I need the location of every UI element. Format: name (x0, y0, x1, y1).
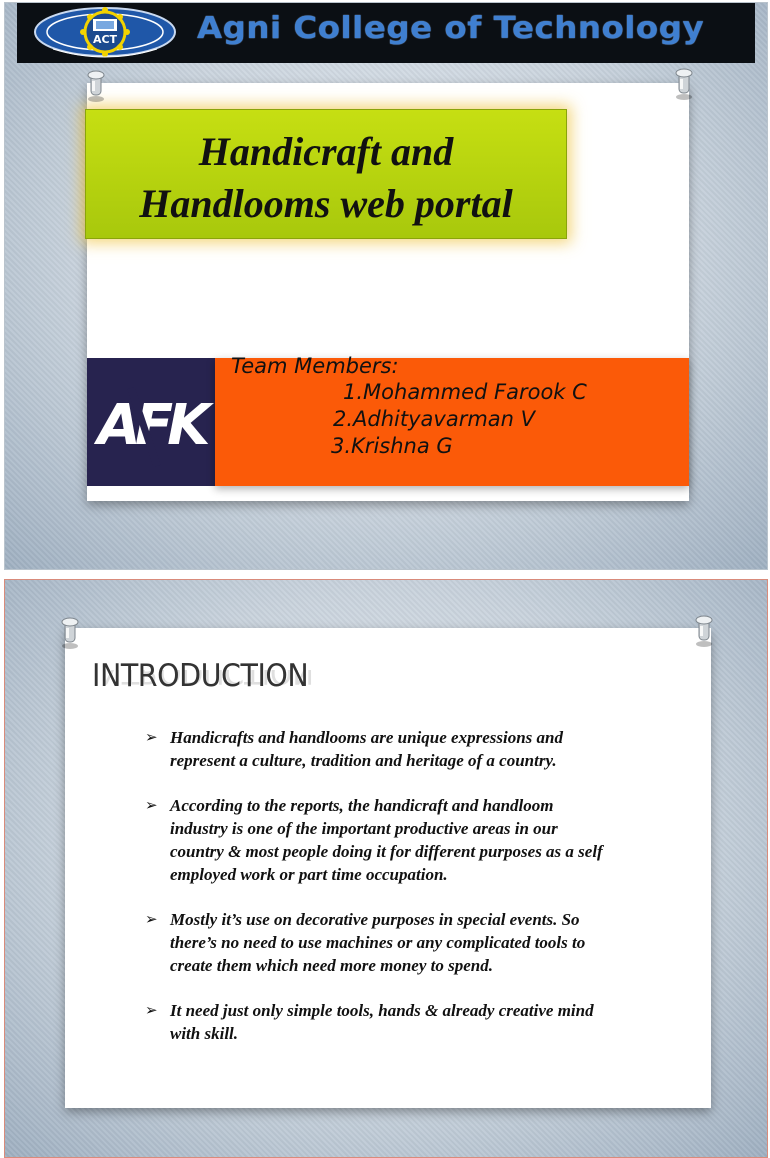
team-member-3: 3.Krishna G (331, 434, 453, 458)
title-line-1: Handicraft and (198, 129, 454, 174)
team-member-2: 2.Adhityavarman V (333, 407, 536, 431)
pushpin-icon (87, 70, 105, 102)
pushpin-icon (675, 68, 693, 100)
arrow-bullet-icon: ➢ (145, 728, 158, 746)
bullet-line: Mostly it’s use on decorative purposes i… (170, 910, 580, 929)
college-logo: ACT (34, 7, 176, 58)
bullet-line: with skill. (170, 1024, 239, 1043)
arrow-bullet-icon: ➢ (145, 796, 158, 814)
title-line-2: Handlooms web portal (139, 181, 513, 226)
bullet-line: According to the reports, the handicraft… (170, 796, 554, 815)
pushpin-icon (695, 615, 713, 647)
arrow-bullet-icon: ➢ (145, 910, 158, 928)
bullet-item: ➢ Mostly it’s use on decorative purposes … (145, 908, 685, 977)
bullet-line: represent a culture, tradition and herit… (170, 751, 557, 770)
arrow-bullet-icon: ➢ (145, 1001, 158, 1019)
college-header: ACT Agni College of Technology (17, 3, 755, 63)
college-name: Agni College of Technology (197, 11, 705, 46)
afk-logo: AFK (87, 358, 220, 486)
team-member-1: 1.Mohammed Farook C (343, 380, 587, 404)
bullet-item: ➢ It need just only simple tools, hands &… (145, 999, 685, 1045)
bullet-list: ➢ Handicrafts and handlooms are unique ex… (145, 726, 685, 1067)
title-box: Handicraft and Handlooms web portal (85, 109, 567, 239)
section-heading-reflection: INTRODUCTION (92, 670, 314, 690)
introduction-slide: INTRODUCTION INTRODUCTION ➢ Handicrafts a… (4, 579, 768, 1158)
bullet-line: create them which need more money to spe… (170, 956, 493, 975)
bullet-line: there’s no need to use machines or any c… (170, 933, 586, 952)
bullet-item: ➢ Handicrafts and handlooms are unique ex… (145, 726, 685, 772)
bullet-line: employed work or part time occupation. (170, 865, 448, 884)
bullet-item: ➢ According to the reports, the handicraf… (145, 794, 685, 886)
pushpin-icon (61, 617, 79, 649)
afk-logo-graphic: AFK (94, 386, 220, 468)
title-slide: ACT Agni College of Technology Handicraf… (4, 2, 768, 570)
team-heading: Team Members: (231, 354, 399, 378)
bullet-line: industry is one of the important product… (170, 819, 558, 838)
team-members-box: Team Members: 1.Mohammed Farook C 2.Adhi… (215, 354, 689, 486)
logo-text: ACT (93, 33, 118, 46)
bullet-line: It need just only simple tools, hands & … (170, 1001, 594, 1020)
bullet-line: country & most people doing it for diffe… (170, 842, 603, 861)
bullet-line: Handicrafts and handlooms are unique exp… (170, 728, 563, 747)
